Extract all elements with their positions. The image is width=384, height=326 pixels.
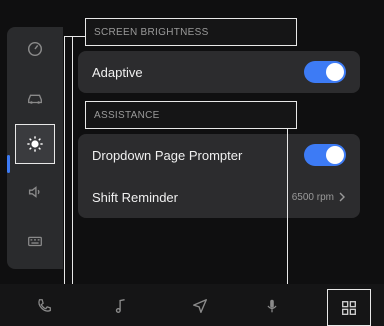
keyboard-icon <box>28 236 42 247</box>
sidebar-item-driving[interactable] <box>7 29 63 69</box>
assistance-card: Dropdown Page Prompter Shift Reminder 65… <box>78 134 360 218</box>
adaptive-toggle[interactable] <box>304 61 346 83</box>
dock-phone-button[interactable] <box>30 292 58 320</box>
sidebar-item-vehicle[interactable] <box>7 78 63 118</box>
dock-voice-button[interactable] <box>258 292 286 320</box>
microphone-icon <box>267 299 277 313</box>
guide-line <box>64 36 65 326</box>
toggle-knob <box>326 146 344 164</box>
speedometer-icon <box>27 41 43 57</box>
shift-reminder-value-group: 6500 rpm <box>292 192 346 203</box>
section-header-assistance: ASSISTANCE <box>85 101 297 129</box>
setting-label: Adaptive <box>92 64 143 80</box>
dropdown-prompter-toggle[interactable] <box>304 144 346 166</box>
section-header-label: ASSISTANCE <box>94 109 160 121</box>
setting-label: Shift Reminder <box>92 189 178 205</box>
chevron-right-icon <box>339 192 345 202</box>
shift-reminder-value: 6500 rpm <box>291 191 334 203</box>
setting-row-adaptive[interactable]: Adaptive <box>78 51 360 93</box>
dock-navigation-button[interactable] <box>186 292 214 320</box>
phone-icon <box>38 299 51 312</box>
display-tab-highlight <box>15 124 55 164</box>
apps-grid-icon <box>342 300 356 315</box>
music-icon <box>115 299 125 313</box>
section-header-brightness: SCREEN BRIGHTNESS <box>85 18 297 46</box>
car-icon <box>28 94 42 104</box>
toggle-knob <box>326 63 344 81</box>
dock-apps-button[interactable] <box>327 289 371 326</box>
settings-sidebar <box>7 27 63 269</box>
speaker-icon <box>28 186 40 198</box>
brightness-card: Adaptive <box>78 51 360 93</box>
setting-label: Dropdown Page Prompter <box>92 147 243 163</box>
sidebar-item-keyboard[interactable] <box>7 221 63 261</box>
brightness-icon <box>27 136 43 152</box>
sidebar-item-display[interactable] <box>7 124 63 164</box>
guide-line <box>72 36 73 326</box>
setting-row-shift-reminder[interactable]: Shift Reminder 6500 rpm <box>78 176 360 218</box>
navigation-icon <box>193 299 207 313</box>
setting-row-dropdown-prompter[interactable]: Dropdown Page Prompter <box>78 134 360 176</box>
section-header-label: SCREEN BRIGHTNESS <box>94 26 209 38</box>
sidebar-item-sound[interactable] <box>7 172 63 212</box>
dock-music-button[interactable] <box>107 292 135 320</box>
guide-line <box>64 36 85 37</box>
